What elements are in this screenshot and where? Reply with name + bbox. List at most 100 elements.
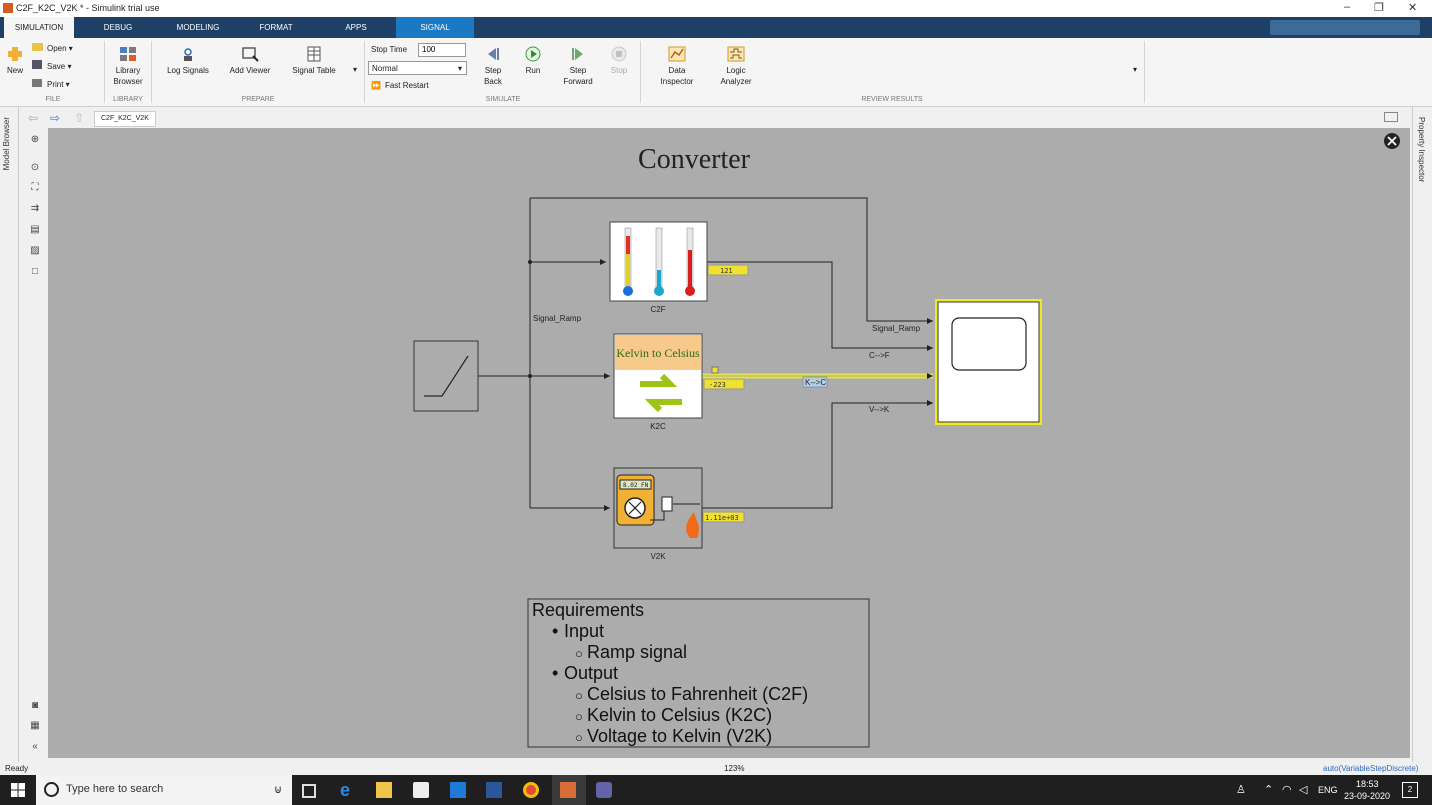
bullet: ○ xyxy=(575,688,583,703)
play-icon xyxy=(525,46,541,62)
area-icon[interactable]: □ xyxy=(29,266,41,278)
log-signals-button[interactable]: Log Signals xyxy=(166,46,210,76)
tab-debug[interactable]: DEBUG xyxy=(90,17,146,38)
canvas-palette: ⊕ ⊙ ⛶ ⇉ ▤ ▨ □ ◙ ▦ « xyxy=(22,128,48,758)
store-icon[interactable] xyxy=(413,782,429,798)
chrome-icon[interactable] xyxy=(523,782,539,798)
signal-label-v2k[interactable]: V-->K xyxy=(869,405,890,414)
c2f-block[interactable] xyxy=(609,221,708,302)
add-viewer-button[interactable]: Add Viewer xyxy=(228,46,272,76)
stop-time-input[interactable] xyxy=(418,43,466,57)
annotation-icon[interactable]: ▤ xyxy=(29,224,41,236)
zoom-icon[interactable]: ⊙ xyxy=(29,162,41,174)
forward-arrow-icon[interactable]: ⇨ xyxy=(50,111,60,125)
tab-apps[interactable]: APPS xyxy=(330,17,382,38)
signal-label-ramp[interactable]: Signal_Ramp xyxy=(533,314,582,323)
windows-start-icon[interactable] xyxy=(11,783,25,797)
navigate-icon[interactable]: ⊕ xyxy=(29,134,41,146)
arrow-icon[interactable]: ⇉ xyxy=(29,203,41,215)
divider xyxy=(640,41,641,103)
minimize-button[interactable]: – xyxy=(1344,1,1350,13)
close-button[interactable]: ✕ xyxy=(1408,1,1417,14)
step-forward-label: Step Forward xyxy=(563,66,593,86)
tab-modeling[interactable]: MODELING xyxy=(166,17,230,38)
taskbar-search[interactable]: Type here to search ⊍ xyxy=(36,775,292,805)
stop-button[interactable]: Stop xyxy=(604,46,634,76)
signal-label-c2f[interactable]: C-->F xyxy=(869,351,890,360)
solver-info[interactable]: auto(VariableStepDiscrete) xyxy=(1323,764,1418,773)
properties-icon[interactable]: ▦ xyxy=(29,720,41,732)
task-view-icon[interactable] xyxy=(302,784,316,798)
signal-label-k2c[interactable]: K-->C xyxy=(805,378,826,387)
screenshot-icon[interactable]: ◙ xyxy=(29,700,41,712)
clock-time[interactable]: 18:53 xyxy=(1356,779,1379,789)
log-signals-label: Log Signals xyxy=(167,66,209,75)
requirements-input-item: Ramp signal xyxy=(587,642,687,662)
k2c-display-value: -223 xyxy=(709,381,726,389)
step-back-button[interactable]: Step Back xyxy=(476,46,510,87)
ramp-block[interactable] xyxy=(413,340,479,412)
scope-block[interactable] xyxy=(935,299,1042,425)
notification-icon[interactable]: 2 xyxy=(1402,782,1418,798)
notification-count: 2 xyxy=(1407,785,1413,794)
open-button[interactable]: Open ▾ xyxy=(32,42,73,56)
network-icon[interactable]: ◠ xyxy=(1282,783,1292,796)
tab-simulation[interactable]: SIMULATION xyxy=(4,17,74,38)
hide-bar-icon[interactable] xyxy=(1384,112,1398,122)
library-browser-label: Library Browser xyxy=(113,66,143,86)
data-inspector-button[interactable]: Data Inspector xyxy=(652,46,702,87)
table-icon xyxy=(307,46,321,62)
mail-icon[interactable] xyxy=(450,782,466,798)
new-button[interactable]: New xyxy=(4,46,26,76)
step-back-label: Step Back xyxy=(484,66,502,86)
teams-icon[interactable] xyxy=(596,782,612,798)
window-title: C2F_K2C_V2K * - Simulink trial use xyxy=(16,3,160,13)
fast-restart-button[interactable]: ⏩ Fast Restart xyxy=(371,79,429,93)
new-icon xyxy=(8,47,22,61)
save-button[interactable]: Save ▾ xyxy=(32,60,71,74)
microphone-icon[interactable]: ⊍ xyxy=(274,783,282,796)
branch-point xyxy=(528,260,532,264)
open-label: Open xyxy=(47,44,67,53)
up-arrow-icon[interactable]: ⇧ xyxy=(74,111,84,125)
run-button[interactable]: Run xyxy=(518,46,548,76)
quick-access-toolbar[interactable] xyxy=(1270,20,1420,35)
new-label: New xyxy=(6,66,23,75)
step-forward-button[interactable]: Step Forward xyxy=(560,46,596,87)
model-browser-panel[interactable]: Model Browser xyxy=(0,107,19,762)
back-arrow-icon[interactable]: ⇦ xyxy=(28,111,38,125)
fit-to-view-icon[interactable]: ⛶ xyxy=(29,182,41,194)
tab-format[interactable]: FORMAT xyxy=(248,17,304,38)
word-icon[interactable] xyxy=(486,782,502,798)
tray-chevron-icon[interactable]: ⌃ xyxy=(1264,783,1273,796)
review-expand-button[interactable]: ▾ xyxy=(1128,44,1142,96)
c2f-display-value: 121 xyxy=(720,267,733,275)
prepare-expand-button[interactable]: ▾ xyxy=(348,44,362,96)
language-indicator[interactable]: ENG xyxy=(1318,785,1338,795)
divider xyxy=(364,41,365,103)
image-icon[interactable]: ▨ xyxy=(29,245,41,257)
section-prepare-label: PREPARE xyxy=(241,96,275,103)
tab-signal[interactable]: SIGNAL xyxy=(396,17,474,38)
requirements-output-item: Voltage to Kelvin (V2K) xyxy=(587,726,772,746)
file-explorer-icon[interactable] xyxy=(376,782,392,798)
simulation-mode-select[interactable]: Normal ▾ xyxy=(368,61,467,75)
close-icon[interactable] xyxy=(1384,133,1400,149)
print-button[interactable]: Print ▾ xyxy=(32,78,70,92)
people-icon[interactable]: ♙ xyxy=(1236,783,1246,796)
volume-icon[interactable]: ◁ xyxy=(1299,783,1307,796)
bullet: ○ xyxy=(575,646,583,661)
signal-table-button[interactable]: Signal Table xyxy=(292,46,336,76)
restore-button[interactable]: ❐ xyxy=(1374,1,1384,14)
model-browser-label: Model Browser xyxy=(2,117,11,171)
logic-analyzer-button[interactable]: Logic Analyzer xyxy=(712,46,760,87)
model-canvas[interactable]: Converter C2F 121 Kelvin to Celsius K2C … xyxy=(48,128,1410,758)
signal-label-ramp-in[interactable]: Signal_Ramp xyxy=(872,324,921,333)
collapse-icon[interactable]: « xyxy=(29,741,41,753)
library-browser-button[interactable]: Library Browser xyxy=(108,46,148,87)
clock-date[interactable]: 23-09-2020 xyxy=(1344,791,1390,801)
breadcrumb[interactable]: C2F_K2C_V2K xyxy=(94,111,156,127)
edge-icon[interactable]: e xyxy=(340,781,356,799)
property-inspector-panel[interactable]: Property Inspector xyxy=(1412,107,1432,762)
v2k-block[interactable] xyxy=(613,467,703,549)
